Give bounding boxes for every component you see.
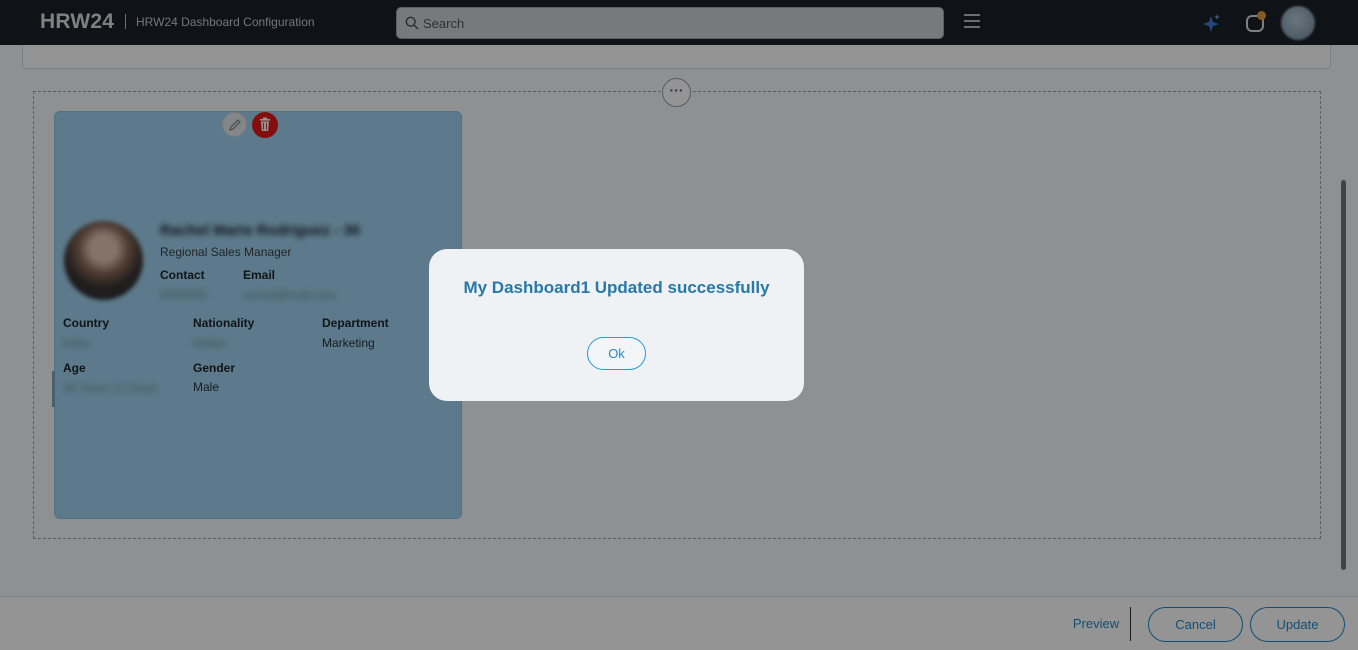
ok-button[interactable]: Ok (587, 337, 646, 370)
success-dialog: My Dashboard1 Updated successfully Ok (429, 249, 804, 401)
dialog-message: My Dashboard1 Updated successfully (463, 278, 770, 297)
